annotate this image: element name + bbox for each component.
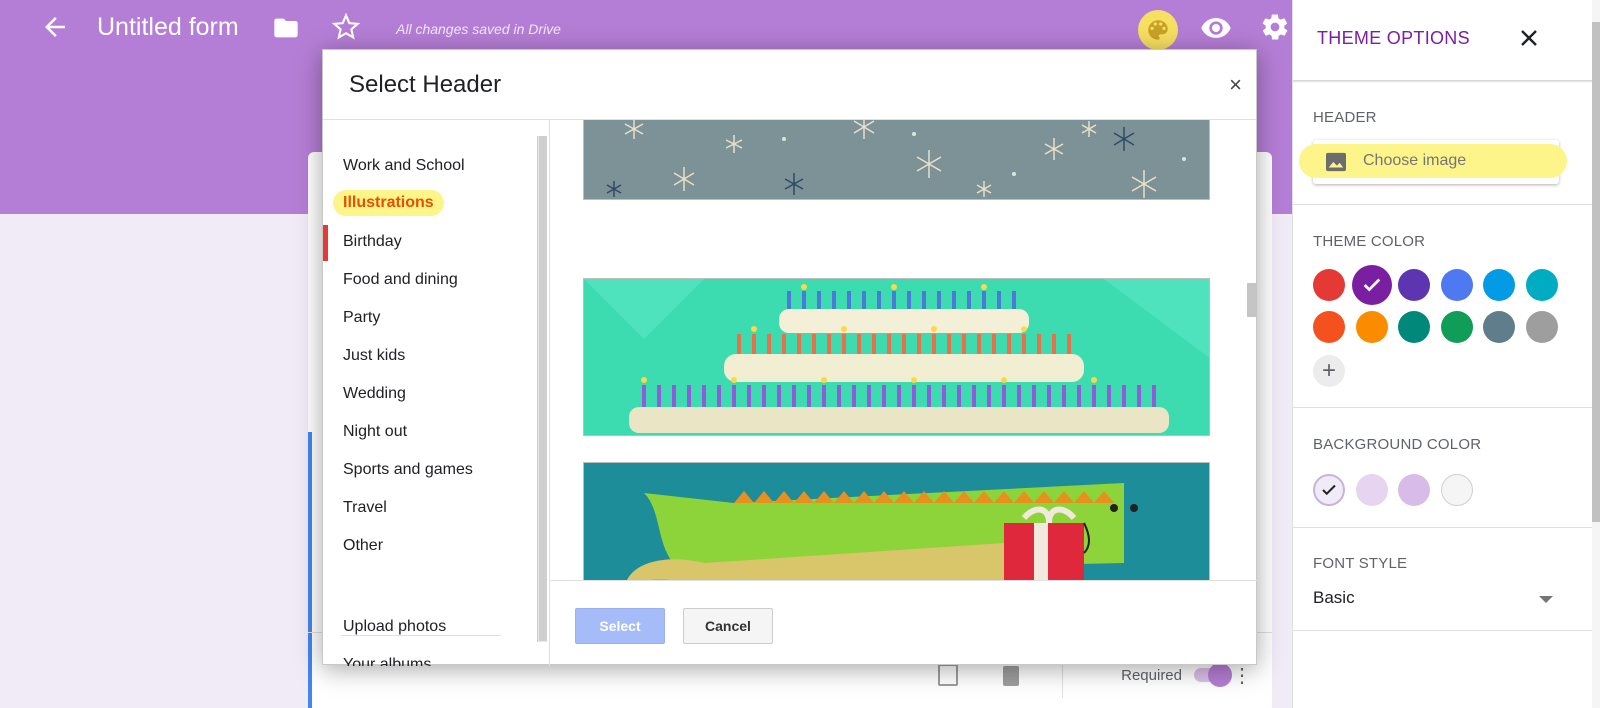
- check-icon: [1363, 278, 1380, 292]
- category-other[interactable]: Other: [343, 537, 383, 555]
- font-style-label: FONT STYLE: [1313, 555, 1408, 572]
- star-icon[interactable]: [331, 12, 361, 46]
- category-scrollbar[interactable]: [537, 136, 547, 642]
- category-illustrations[interactable]: Illustrations: [333, 190, 444, 216]
- panel-divider: [1293, 630, 1600, 631]
- category-work-and-school[interactable]: Work and School: [343, 157, 465, 175]
- save-status: All changes saved in Drive: [396, 21, 561, 37]
- font-style-dropdown[interactable]: Basic: [1313, 588, 1553, 608]
- choose-image-button[interactable]: Choose image: [1299, 140, 1567, 184]
- required-label: Required: [1121, 667, 1182, 684]
- background-color-swatch[interactable]: [1440, 474, 1473, 506]
- panel-divider: [1293, 527, 1600, 528]
- background-color-swatch[interactable]: [1398, 474, 1430, 506]
- category-list: Work and School Illustrations Birthday F…: [323, 136, 533, 666]
- theme-color-swatch[interactable]: [1398, 269, 1430, 301]
- header-section-label: HEADER: [1313, 109, 1377, 126]
- folder-icon[interactable]: [272, 14, 300, 47]
- gear-icon[interactable]: [1260, 12, 1290, 47]
- duplicate-icon[interactable]: [938, 664, 958, 686]
- category-night-out[interactable]: Night out: [343, 423, 407, 441]
- more-options-icon[interactable]: ⋮: [1232, 663, 1252, 688]
- add-color-button[interactable]: +: [1313, 355, 1345, 387]
- crocodile-gift-header-image[interactable]: [583, 462, 1210, 580]
- active-category-marker: [323, 225, 328, 261]
- panel-scrollbar-thumb[interactable]: [1592, 22, 1600, 522]
- category-wedding[interactable]: Wedding: [343, 385, 406, 403]
- select-button[interactable]: Select: [575, 608, 665, 644]
- image-scrollbar-thumb[interactable]: [1247, 283, 1257, 317]
- panel-scrollbar[interactable]: [1592, 0, 1600, 708]
- theme-color-swatch[interactable]: [1355, 311, 1388, 343]
- chevron-down-icon: [1539, 596, 1553, 603]
- theme-color-swatch[interactable]: [1440, 311, 1473, 343]
- category-party[interactable]: Party: [343, 309, 380, 327]
- dialog-title: Select Header: [349, 71, 502, 98]
- theme-color-swatch[interactable]: [1313, 311, 1345, 343]
- theme-color-swatch[interactable]: [1398, 311, 1430, 343]
- category-travel[interactable]: Travel: [343, 499, 387, 517]
- required-toggle[interactable]: [1194, 663, 1232, 687]
- category-scrollbar-thumb[interactable]: [539, 136, 547, 641]
- back-arrow-icon[interactable]: [40, 12, 70, 42]
- cancel-button[interactable]: Cancel: [683, 608, 773, 644]
- your-albums-link[interactable]: Your albums: [343, 656, 431, 666]
- check-icon: [1322, 484, 1336, 496]
- close-icon[interactable]: [1517, 26, 1541, 57]
- upload-photos-link[interactable]: Upload photos: [343, 618, 446, 636]
- background-color-label: BACKGROUND COLOR: [1313, 436, 1482, 453]
- font-style-value: Basic: [1313, 588, 1355, 607]
- category-food-and-dining[interactable]: Food and dining: [343, 271, 458, 289]
- theme-color-swatch[interactable]: [1440, 269, 1473, 301]
- dialog-footer: Select Cancel: [550, 580, 1257, 666]
- theme-color-label: THEME COLOR: [1313, 233, 1426, 250]
- choose-image-label: Choose image: [1363, 152, 1467, 169]
- theme-color-swatch[interactable]: [1483, 269, 1515, 301]
- panel-divider: [1293, 407, 1600, 408]
- image-scrollbar[interactable]: [1245, 120, 1257, 580]
- trash-icon[interactable]: [1003, 666, 1019, 686]
- theme-color-swatch[interactable]: [1351, 265, 1392, 305]
- palette-icon[interactable]: [1138, 10, 1178, 50]
- form-title[interactable]: Untitled form: [97, 13, 239, 42]
- background-color-swatch[interactable]: [1313, 474, 1345, 506]
- panel-divider: [1293, 204, 1600, 205]
- category-birthday[interactable]: Birthday: [343, 233, 402, 251]
- theme-color-swatch[interactable]: [1525, 269, 1558, 301]
- header-image-grid: [550, 120, 1240, 580]
- select-header-dialog: Select Header × Work and School Illustra…: [322, 49, 1257, 666]
- image-icon: [1326, 152, 1346, 172]
- panel-header-shadow: [1293, 80, 1600, 83]
- dialog-close-icon[interactable]: ×: [1229, 72, 1242, 98]
- category-sports-and-games[interactable]: Sports and games: [343, 461, 473, 479]
- snowflakes-header-image[interactable]: [583, 120, 1210, 200]
- theme-color-swatch[interactable]: [1483, 311, 1515, 343]
- category-just-kids[interactable]: Just kids: [343, 347, 405, 365]
- theme-options-panel: THEME OPTIONS HEADER Choose image THEME …: [1292, 0, 1600, 708]
- eye-icon[interactable]: [1200, 12, 1232, 49]
- birthday-cake-header-image[interactable]: [583, 278, 1210, 436]
- panel-title: THEME OPTIONS: [1317, 28, 1470, 48]
- theme-color-swatch[interactable]: [1313, 269, 1345, 301]
- theme-color-swatch[interactable]: [1525, 311, 1558, 343]
- background-color-swatch[interactable]: [1355, 474, 1388, 506]
